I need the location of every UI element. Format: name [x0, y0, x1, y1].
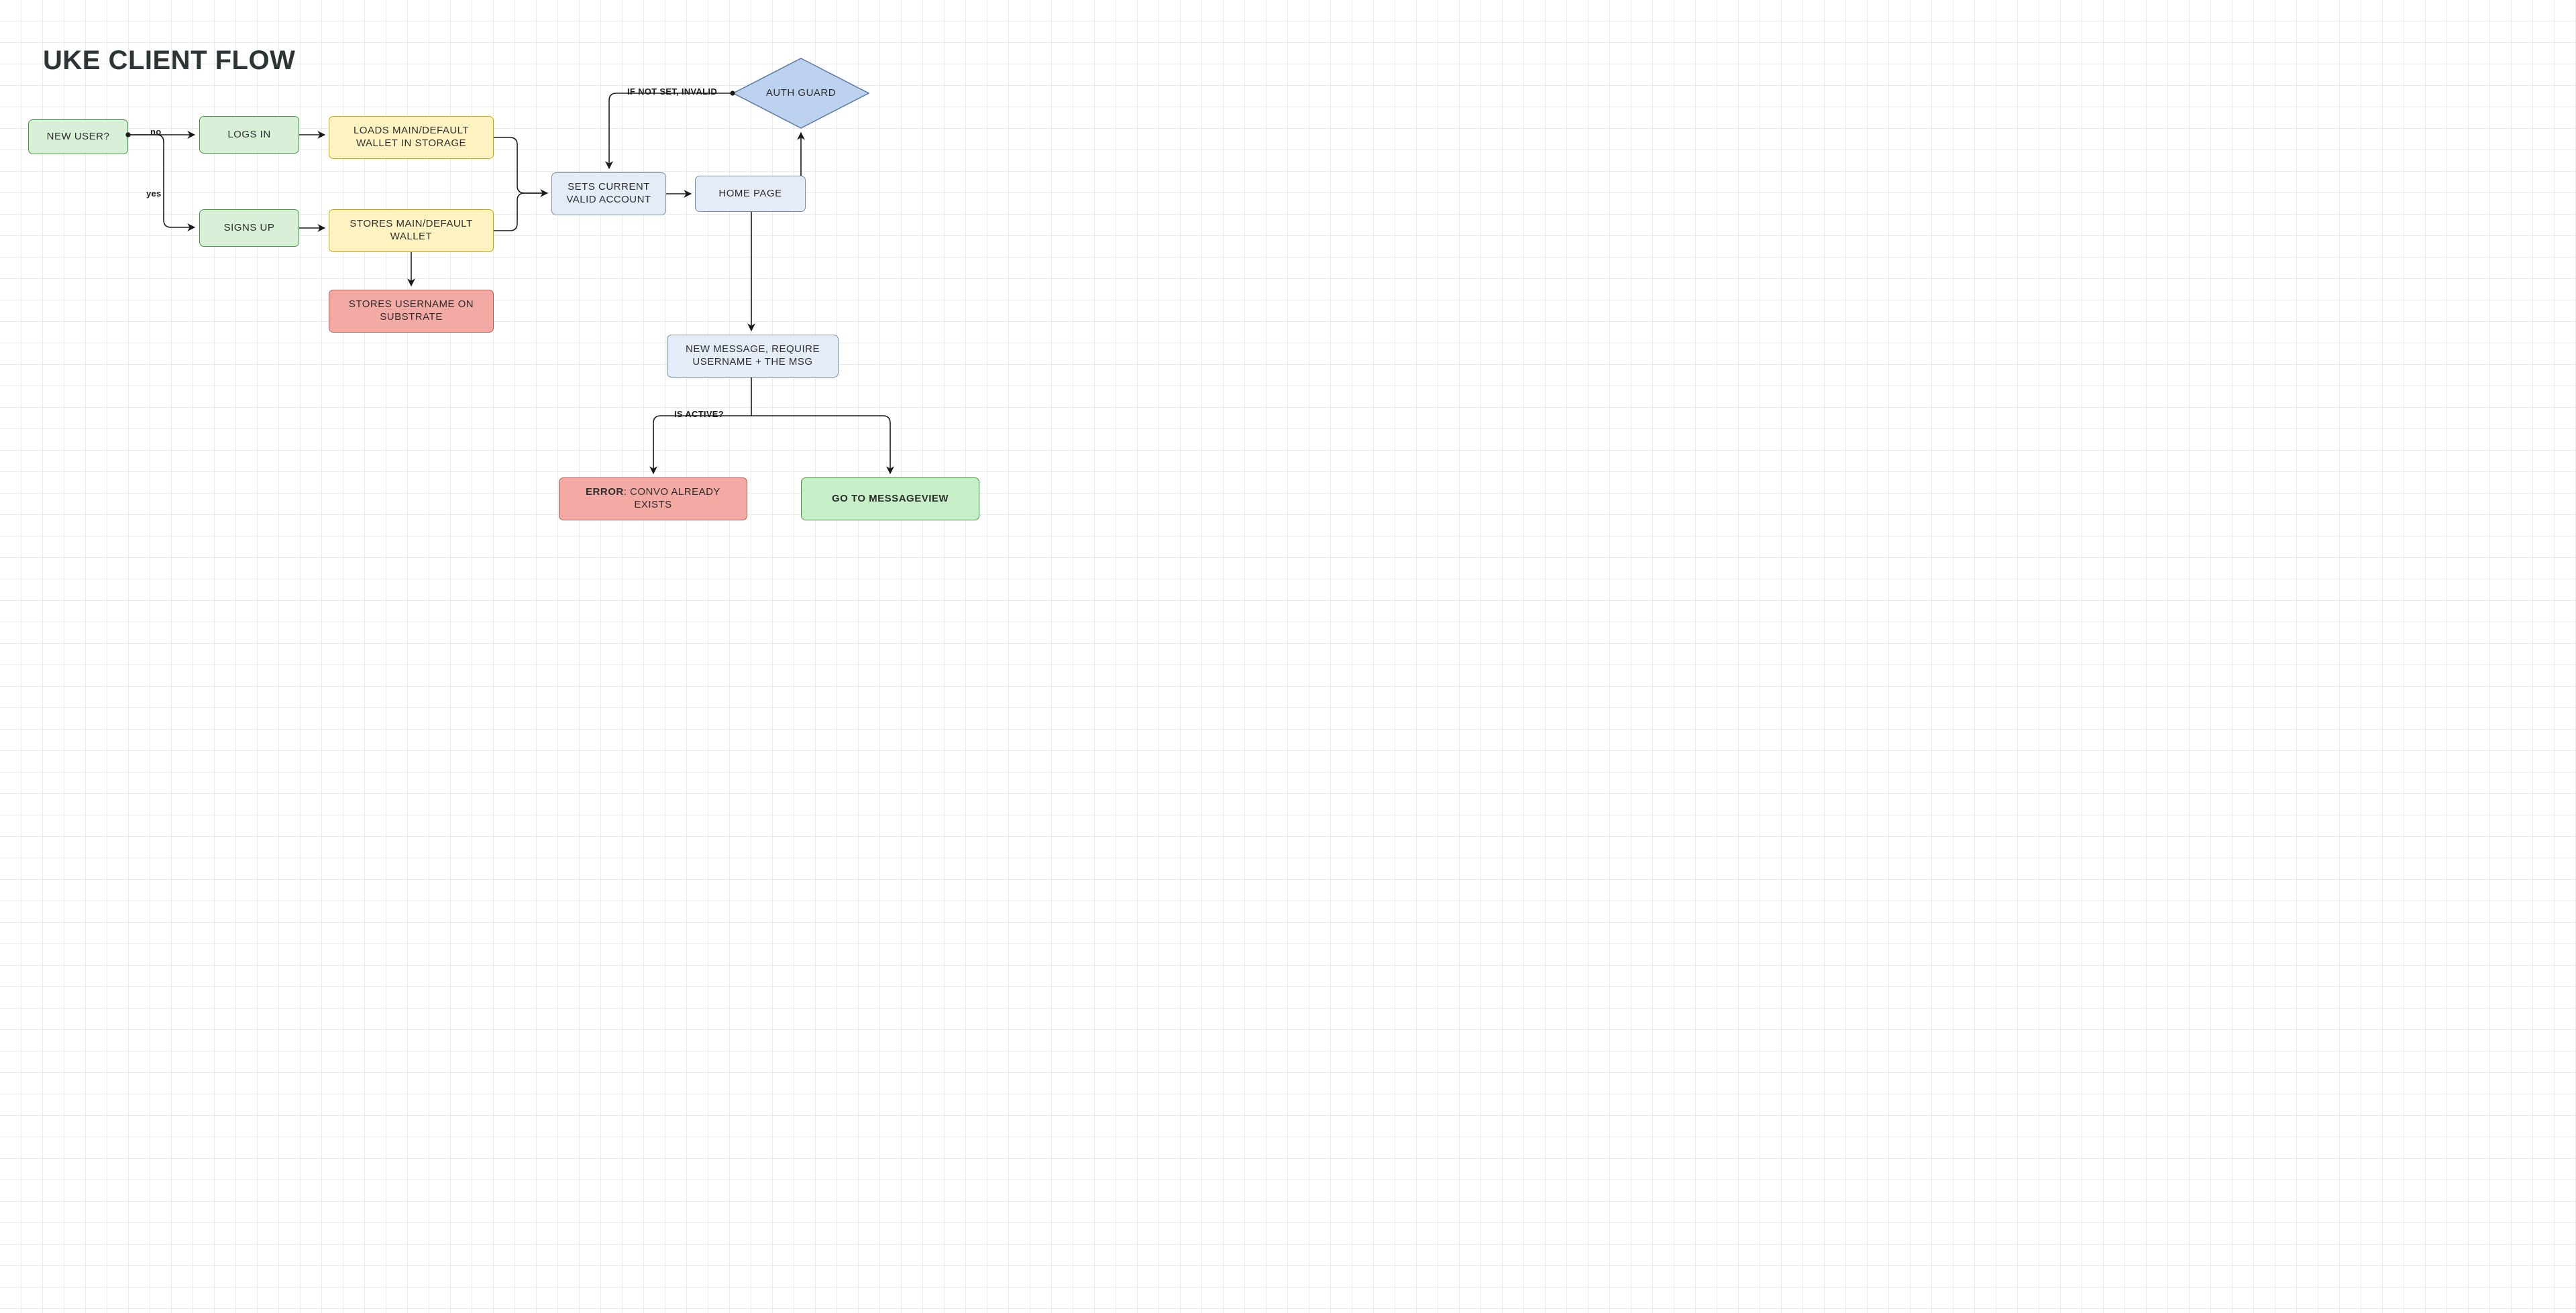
node-auth-guard-label: AUTH GUARD: [766, 87, 836, 99]
diagram-title: UKE CLIENT FLOW: [43, 46, 295, 76]
node-go-messageview: GO TO MESSAGEVIEW: [801, 477, 979, 520]
node-error-convo: ERROR: CONVO ALREADY EXISTS: [559, 477, 747, 520]
node-loads-wallet: LOADS MAIN/DEFAULT WALLET IN STORAGE: [329, 116, 494, 159]
node-new-user: NEW USER?: [28, 119, 128, 154]
edge-label-no: no: [149, 127, 162, 137]
node-new-message: NEW MESSAGE, REQUIRE USERNAME + THE MSG: [667, 335, 839, 378]
error-prefix: ERROR: [586, 486, 624, 498]
node-logs-in: LOGS IN: [199, 116, 299, 154]
edge-label-is-active: IS ACTIVE?: [673, 409, 725, 419]
node-stores-username: STORES USERNAME ON SUBSTRATE: [329, 290, 494, 333]
edge-label-yes: yes: [145, 188, 163, 198]
error-rest: : CONVO ALREADY EXISTS: [624, 486, 720, 510]
node-signs-up: SIGNS UP: [199, 209, 299, 247]
edge-label-if-not-set: IF NOT SET, INVALID: [626, 87, 718, 97]
node-auth-guard: AUTH GUARD: [733, 58, 869, 129]
node-sets-valid: SETS CURRENT VALID ACCOUNT: [551, 172, 666, 215]
node-home-page: HOME PAGE: [695, 176, 806, 212]
flowchart-canvas: UKE CLIENT FLOW NEW USER? LOGS IN SIGNS …: [0, 0, 1030, 583]
node-stores-wallet: STORES MAIN/DEFAULT WALLET: [329, 209, 494, 252]
